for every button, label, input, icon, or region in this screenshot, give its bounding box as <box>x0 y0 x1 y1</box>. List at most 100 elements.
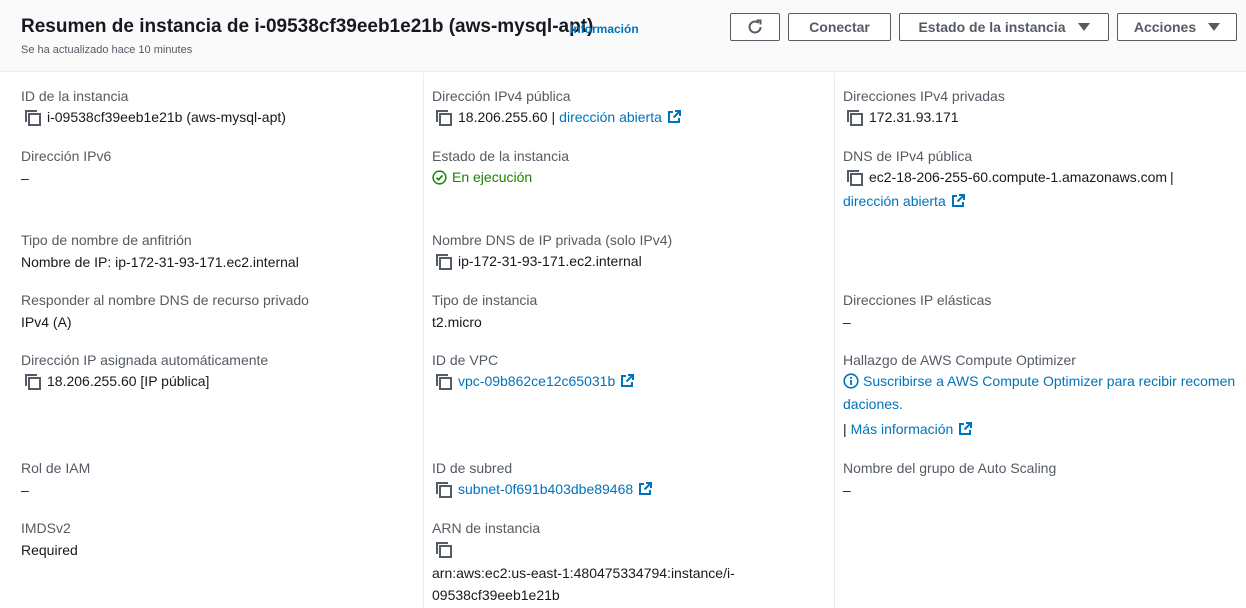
copy-icon[interactable] <box>435 373 452 390</box>
arn-copy <box>435 541 458 558</box>
imdsv2-label: IMDSv2 <box>21 520 71 536</box>
external-link-icon[interactable] <box>667 110 681 124</box>
copy-icon[interactable] <box>846 169 863 186</box>
instance-type-text: t2.micro <box>432 314 482 330</box>
subnet-id-link[interactable]: subnet-0f691b403dbe89468 <box>458 481 633 497</box>
optimizer-value-line-2: daciones. <box>843 396 903 412</box>
hostname-type-value: Nombre de IP: ip-172-31-93-171.ec2.inter… <box>21 254 299 270</box>
actions-label: Acciones <box>1133 19 1197 35</box>
last-updated-text: Se ha actualizado hace 10 minutes <box>21 44 193 56</box>
asg-value: – <box>843 482 851 498</box>
instance-state-label: Estado de la instancia <box>432 148 569 164</box>
optimizer-label: Hallazgo de AWS Compute Optimizer <box>843 352 1076 368</box>
public-ipv4-label: Dirección IPv4 pública <box>432 88 571 104</box>
copy-icon[interactable] <box>435 481 452 498</box>
private-ipv4-text: 172.31.93.171 <box>869 109 959 125</box>
dns-answer-text: IPv4 (A) <box>21 314 72 330</box>
public-dns-value: ec2-18-206-255-60.compute-1.amazonaws.co… <box>846 169 1174 186</box>
caret-down-icon <box>1077 23 1090 31</box>
copy-icon[interactable] <box>24 109 41 126</box>
arn-label: ARN de instancia <box>432 520 541 536</box>
copy-icon[interactable] <box>435 541 452 558</box>
column-divider <box>423 73 424 608</box>
optimizer-more-info: | Más información <box>843 421 973 437</box>
ipv6-text: – <box>21 170 29 186</box>
asg-text: – <box>843 482 851 498</box>
instance-id-label: ID de la instancia <box>21 88 129 104</box>
open-address-link[interactable]: dirección abierta <box>843 193 946 209</box>
separator: | <box>551 109 556 125</box>
optimizer-subscribe-link-cont[interactable]: daciones. <box>843 396 903 412</box>
more-info-link[interactable]: Más información <box>851 421 954 437</box>
actions-dropdown[interactable]: Acciones <box>1117 13 1237 41</box>
public-dns-text: ec2-18-206-255-60.compute-1.amazonaws.co… <box>869 169 1168 185</box>
imdsv2-text: Required <box>21 542 78 558</box>
iam-role-value: – <box>21 482 29 498</box>
private-dns-value: ip-172-31-93-171.ec2.internal <box>435 253 642 270</box>
optimizer-subscribe-link[interactable]: Suscribirse a AWS Compute Optimizer para… <box>863 373 1235 389</box>
elastic-ip-text: – <box>843 314 851 330</box>
external-link-icon[interactable] <box>620 374 635 388</box>
subnet-id-value: subnet-0f691b403dbe89468 <box>435 481 653 498</box>
copy-icon[interactable] <box>435 109 452 126</box>
public-ipv4-text: 18.206.255.60 <box>458 109 548 125</box>
instance-state-text: En ejecución <box>452 169 533 185</box>
instance-state-label: Estado de la instancia <box>918 19 1066 35</box>
asg-label: Nombre del grupo de Auto Scaling <box>843 460 1057 476</box>
public-dns-link-row: dirección abierta <box>843 193 965 209</box>
refresh-icon <box>748 19 762 34</box>
connect-label: Conectar <box>809 19 870 35</box>
external-link-icon[interactable] <box>958 422 973 436</box>
instance-type-value: t2.micro <box>432 314 482 330</box>
auto-ip-value: 18.206.255.60 [IP pública] <box>24 373 210 390</box>
external-link-icon[interactable] <box>951 194 965 208</box>
external-link-icon[interactable] <box>638 482 653 496</box>
info-link[interactable]: Información <box>570 22 639 36</box>
subnet-id-label: ID de subred <box>432 460 513 476</box>
refresh-button[interactable] <box>730 13 780 41</box>
instance-summary-header: Resumen de instancia de i-09538cf39eeb1e… <box>0 0 1246 72</box>
elastic-ip-label: Direcciones IP elásticas <box>843 292 992 308</box>
instance-state-dropdown[interactable]: Estado de la instancia <box>899 13 1109 41</box>
dns-answer-value: IPv4 (A) <box>21 314 72 330</box>
hostname-type-label: Tipo de nombre de anfitrión <box>21 232 192 248</box>
auto-ip-label: Dirección IP asignada automáticamente <box>21 352 269 368</box>
private-ipv4-value: 172.31.93.171 <box>846 109 959 126</box>
private-dns-text: ip-172-31-93-171.ec2.internal <box>458 253 642 269</box>
arn-value-line-1: arn:aws:ec2:us-east-1:480475334794:insta… <box>432 565 735 581</box>
instance-id-value: i-09538cf39eeb1e21b (aws-mysql-apt) <box>24 109 286 126</box>
arn-text-2: 09538cf39eeb1e21b <box>432 587 560 603</box>
auto-ip-text: 18.206.255.60 [IP pública] <box>47 373 210 389</box>
arn-value-line-2: 09538cf39eeb1e21b <box>432 587 560 603</box>
info-icon <box>843 373 859 389</box>
connect-button[interactable]: Conectar <box>788 13 891 41</box>
check-circle-icon <box>432 169 447 185</box>
vpc-id-link[interactable]: vpc-09b862ce12c65031b <box>458 373 615 389</box>
separator: | <box>843 421 847 437</box>
caret-down-icon <box>1208 23 1221 31</box>
vpc-id-label: ID de VPC <box>432 352 499 368</box>
copy-icon[interactable] <box>24 373 41 390</box>
public-dns-label: DNS de IPv4 pública <box>843 148 973 164</box>
vpc-id-value: vpc-09b862ce12c65031b <box>435 373 635 390</box>
iam-role-text: – <box>21 482 29 498</box>
optimizer-value-line-1: Suscribirse a AWS Compute Optimizer para… <box>843 373 1235 389</box>
hostname-type-text: Nombre de IP: ip-172-31-93-171.ec2.inter… <box>21 254 299 270</box>
public-ipv4-value: 18.206.255.60 | dirección abierta <box>435 109 681 126</box>
private-dns-label: Nombre DNS de IP privada (solo IPv4) <box>432 232 673 248</box>
dns-answer-label: Responder al nombre DNS de recurso priva… <box>21 292 309 308</box>
imdsv2-value: Required <box>21 542 78 558</box>
separator: | <box>1170 169 1174 185</box>
arn-text-1: arn:aws:ec2:us-east-1:480475334794:insta… <box>432 565 735 581</box>
private-ipv4-label: Direcciones IPv4 privadas <box>843 88 1005 104</box>
open-address-link[interactable]: dirección abierta <box>559 109 662 125</box>
iam-role-label: Rol de IAM <box>21 460 91 476</box>
instance-id-text: i-09538cf39eeb1e21b (aws-mysql-apt) <box>47 109 286 125</box>
column-divider <box>834 73 835 608</box>
copy-icon[interactable] <box>846 109 863 126</box>
elastic-ip-value: – <box>843 314 851 330</box>
instance-state-value: En ejecución <box>432 169 532 185</box>
ipv6-label: Dirección IPv6 <box>21 148 112 164</box>
copy-icon[interactable] <box>435 253 452 270</box>
instance-type-label: Tipo de instancia <box>432 292 538 308</box>
